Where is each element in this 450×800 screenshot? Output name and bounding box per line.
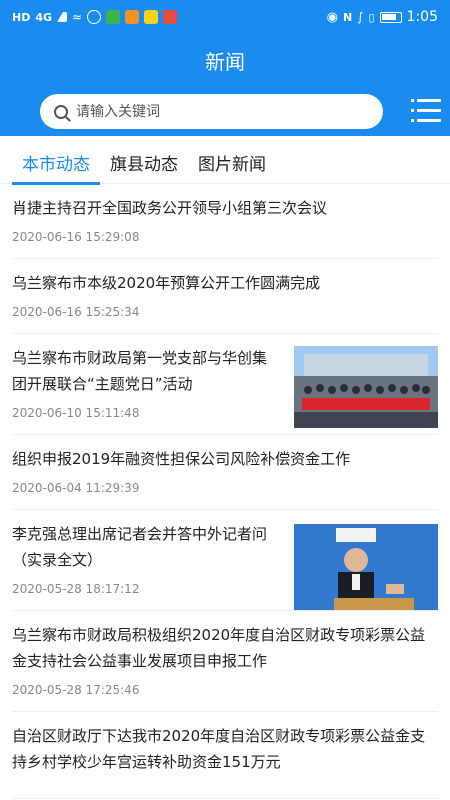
page-title: 新闻 xyxy=(205,50,245,74)
news-list: 肖捷主持召开全国政务公开领导小组第三次会议 2020-06-16 15:29:0… xyxy=(0,184,450,799)
mail-app-icon xyxy=(144,10,159,24)
battery-icon xyxy=(379,11,402,23)
vibrate-icon: ▯ xyxy=(368,10,375,24)
header-bar: HD 4G ≈ ◉ N ∫ ▯ 1:05 新闻 xyxy=(0,0,450,136)
news-title: 乌兰察布市本级2020年预算公开工作圆满完成 xyxy=(12,274,321,292)
red-app-icon xyxy=(163,10,178,24)
news-title: 肖捷主持召开全国政务公开领导小组第三次会议 xyxy=(12,199,328,217)
news-time: 2020-06-16 15:25:34 xyxy=(12,305,140,319)
search-bar[interactable] xyxy=(40,94,383,129)
news-item[interactable]: 乌兰察布市本级2020年预算公开工作圆满完成 2020-06-16 15:25:… xyxy=(12,259,438,334)
news-item[interactable]: 乌兰察布市财政局第一党支部与华创集团开展联合“主题党日”活动 2020-06-1… xyxy=(12,334,438,435)
nfc-icon: N xyxy=(343,10,353,24)
tab-county-news[interactable]: 旗县动态 xyxy=(100,136,188,184)
news-title: 李克强总理出席记者会并答中外记者问（实录全文） xyxy=(12,525,268,569)
status-time: 1:05 xyxy=(406,9,438,25)
news-time: 2020-05-28 17:25:46 xyxy=(12,683,140,697)
tab-bar: 本市动态 旗县动态 图片新闻 xyxy=(0,136,450,185)
news-item[interactable]: 组织申报2019年融资性担保公司风险补偿资金工作 2020-06-04 11:2… xyxy=(12,435,438,510)
group-photo-thumbnail[interactable] xyxy=(294,346,438,428)
news-title: 组织申报2019年融资性担保公司风险补偿资金工作 xyxy=(12,450,351,468)
play-app-icon xyxy=(125,10,140,24)
news-time: 2020-06-16 15:29:08 xyxy=(12,230,140,244)
tab-photo-news[interactable]: 图片新闻 xyxy=(188,136,276,184)
news-time xyxy=(12,775,438,798)
news-item[interactable]: 乌兰察布市财政局积极组织2020年度自治区财政专项彩票公益金支持社会公益事业发展… xyxy=(12,611,438,712)
status-bar: HD 4G ≈ ◉ N ∫ ▯ 1:05 xyxy=(0,0,450,34)
list-menu-icon[interactable] xyxy=(411,99,441,125)
news-time: 2020-06-04 11:29:39 xyxy=(12,481,140,495)
news-time: 2020-05-28 18:17:12 xyxy=(12,582,140,596)
video-app-icon xyxy=(106,10,121,24)
search-icon xyxy=(54,104,68,119)
tab-city-news[interactable]: 本市动态 xyxy=(12,136,100,185)
news-item[interactable]: 李克强总理出席记者会并答中外记者问（实录全文） 2020-05-28 18:17… xyxy=(12,510,438,611)
eye-icon: ◉ xyxy=(326,9,338,25)
app-notification-icon xyxy=(87,10,102,24)
news-title: 乌兰察布市财政局积极组织2020年度自治区财政专项彩票公益金支持社会公益事业发展… xyxy=(12,626,426,670)
news-item[interactable]: 肖捷主持召开全国政务公开领导小组第三次会议 2020-06-16 15:29:0… xyxy=(12,184,438,259)
wifi-icon: ≈ xyxy=(72,10,83,24)
news-title: 乌兰察布市财政局第一党支部与华创集团开展联合“主题党日”活动 xyxy=(12,349,268,393)
network-indicator: 4G xyxy=(35,10,53,24)
news-item[interactable]: 自治区财政厅下达我市2020年度自治区财政专项彩票公益金支持乡村学校少年宫运转补… xyxy=(12,712,438,799)
news-title: 自治区财政厅下达我市2020年度自治区财政专项彩票公益金支持乡村学校少年宫运转补… xyxy=(12,727,426,771)
signal-icon xyxy=(57,12,68,22)
news-time: 2020-06-10 15:11:48 xyxy=(12,406,140,420)
press-conference-thumbnail[interactable] xyxy=(294,524,438,610)
hd-indicator: HD xyxy=(12,10,31,24)
bluetooth-icon: ∫ xyxy=(357,10,364,24)
search-input[interactable] xyxy=(76,103,356,120)
